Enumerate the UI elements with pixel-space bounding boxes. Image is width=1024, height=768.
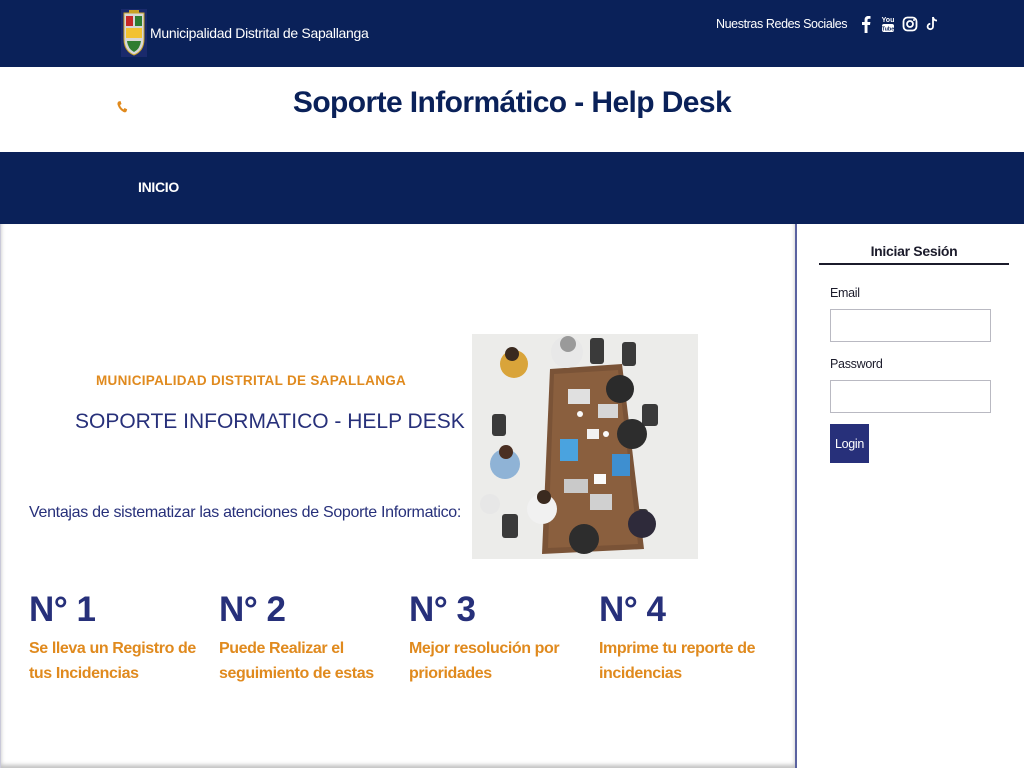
email-field[interactable] [830,309,991,342]
feature-1: N° 1 Se lleva un Registro de tus Inciden… [29,590,209,686]
login-divider [819,263,1009,265]
site-title: Soporte Informático - Help Desk [292,86,732,119]
main-nav: INICIO [0,152,1024,224]
facebook-icon[interactable] [857,14,875,34]
login-panel: Iniciar Sesión Email Password Login [799,224,1024,768]
login-button[interactable]: Login [830,424,869,463]
login-title: Iniciar Sesión [870,243,958,259]
feature-number: N° 2 [219,590,286,629]
top-header: Municipalidad Distrital de Sapallanga Nu… [0,0,1024,67]
youtube-icon[interactable]: You Tube [879,14,897,34]
nav-item-inicio[interactable]: INICIO [138,179,179,195]
advantages-intro: Ventajas de sistematizar las atenciones … [29,504,462,521]
email-label: Email [830,286,860,300]
feature-4: N° 4 Imprime tu reporte de incidencias [599,590,779,686]
feature-number: N° 3 [409,590,476,629]
municipality-heading: MUNICIPALIDAD DISTRITAL DE SAPALLANGA [96,373,407,388]
title-bar: Soporte Informático - Help Desk [0,67,1024,152]
feature-text: Mejor resolución por prioridades [409,640,560,682]
password-label: Password [830,357,883,371]
feature-text: Puede Realizar el seguimiento de estas [219,640,374,682]
social-label: Nuestras Redes Sociales [716,17,848,31]
brand[interactable]: Municipalidad Distrital de Sapallanga [121,9,369,57]
instagram-icon[interactable] [901,14,919,34]
feature-number: N° 4 [599,590,666,629]
municipal-crest-icon [121,9,147,57]
svg-text:You: You [882,17,895,24]
feature-text: Imprime tu reporte de incidencias [599,640,756,682]
team-meeting-image [472,334,698,559]
page-subtitle: SOPORTE INFORMATICO - HELP DESK [75,410,465,433]
feature-3: N° 3 Mejor resolución por prioridades [409,590,589,686]
feature-number: N° 1 [29,590,96,629]
municipality-name: Municipalidad Distrital de Sapallanga [150,25,369,41]
feature-text: Se lleva un Registro de tus Incidencias [29,640,196,682]
social-links: Nuestras Redes Sociales You Tube [716,14,945,34]
password-field[interactable] [830,380,991,413]
feature-2: N° 2 Puede Realizar el seguimiento de es… [219,590,399,686]
tiktok-icon[interactable] [923,14,941,34]
svg-text:Tube: Tube [882,27,895,33]
main-content: MUNICIPALIDAD DISTRITAL DE SAPALLANGA SO… [0,224,797,768]
